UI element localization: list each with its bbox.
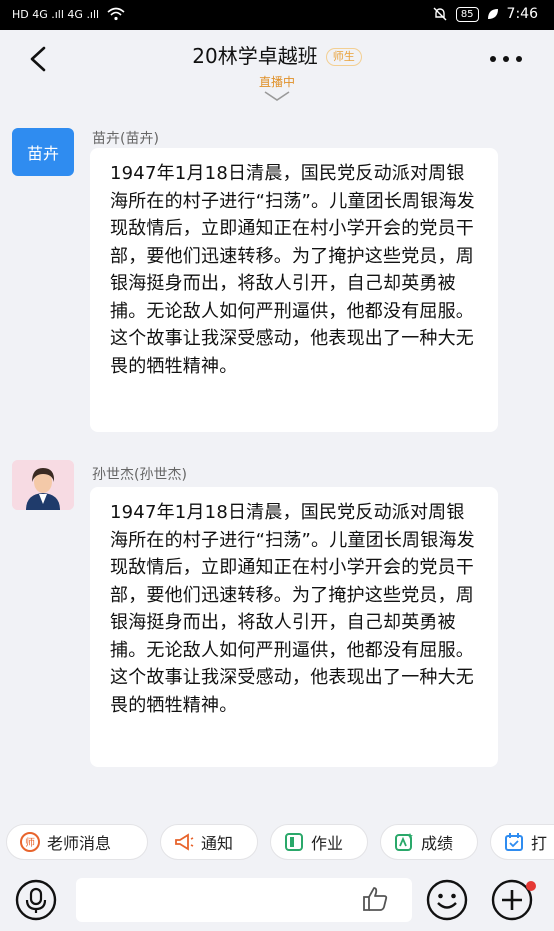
chip-label: 通知 (201, 834, 234, 853)
chip-notice[interactable]: 通知 (160, 824, 258, 860)
message-bubble[interactable]: 1947年1月18日清晨，国民党反动派对周银海所在的村子进行“扫荡”。儿童团长周… (90, 487, 498, 767)
network-signal-text: HD 4G .ıll 4G .ıll (12, 7, 100, 21)
battery-level: 85 (455, 6, 479, 22)
status-right: 85 7:46 (432, 6, 538, 22)
emoji-icon[interactable] (425, 878, 469, 922)
live-status[interactable]: 直播中 (0, 73, 554, 90)
more-options-icon[interactable] (488, 52, 524, 66)
avatar[interactable]: 苗卉 (12, 128, 74, 176)
sender-name: 孙世杰(孙世杰) (92, 467, 187, 483)
signal-indicators: HD 4G .ıll 4G .ıll (12, 7, 125, 21)
sender-name: 苗卉(苗卉) (92, 131, 159, 147)
clock: 7:46 (506, 6, 538, 22)
chevron-down-icon[interactable] (263, 90, 291, 102)
avatar-text: 苗卉 (26, 144, 59, 163)
teacher-badge-icon: 师 (19, 831, 41, 853)
chip-label: 成绩 (421, 834, 454, 853)
chip-teacher-messages[interactable]: 师 老师消息 (6, 824, 148, 860)
status-bar: HD 4G .ıll 4G .ıll 85 7:46 (0, 0, 554, 30)
svg-text:师: 师 (25, 836, 35, 849)
wifi-icon (107, 7, 125, 21)
quick-actions-bar: 师 老师消息 通知 作业 成绩 打 (0, 820, 554, 864)
score-icon (393, 831, 415, 853)
chip-homework[interactable]: 作业 (270, 824, 368, 860)
megaphone-icon (173, 831, 195, 853)
chip-label: 作业 (311, 834, 344, 853)
checkin-icon (503, 831, 525, 853)
voice-input-icon[interactable] (14, 878, 58, 922)
chip-label: 老师消息 (47, 834, 112, 853)
message-bubble[interactable]: 1947年1月18日清晨，国民党反动派对周银海所在的村子进行“扫荡”。儿童团长周… (90, 148, 498, 432)
homework-icon (283, 831, 305, 853)
title-block: 20林学卓越班 师生 直播中 (0, 40, 554, 90)
thumbs-up-icon[interactable] (360, 884, 390, 914)
page-title: 20林学卓越班 (192, 44, 318, 68)
leaf-icon (487, 9, 498, 19)
avatar[interactable] (12, 460, 74, 510)
user-avatar-icon (12, 460, 74, 510)
chat-header: 20林学卓越班 师生 直播中 (0, 30, 554, 112)
input-bar (0, 868, 554, 931)
chip-scores[interactable]: 成绩 (380, 824, 478, 860)
role-badge: 师生 (325, 48, 362, 66)
chip-label: 打 (531, 834, 548, 853)
notification-dot (526, 881, 536, 891)
chip-checkin[interactable]: 打 (490, 824, 554, 860)
mute-icon (433, 7, 447, 21)
